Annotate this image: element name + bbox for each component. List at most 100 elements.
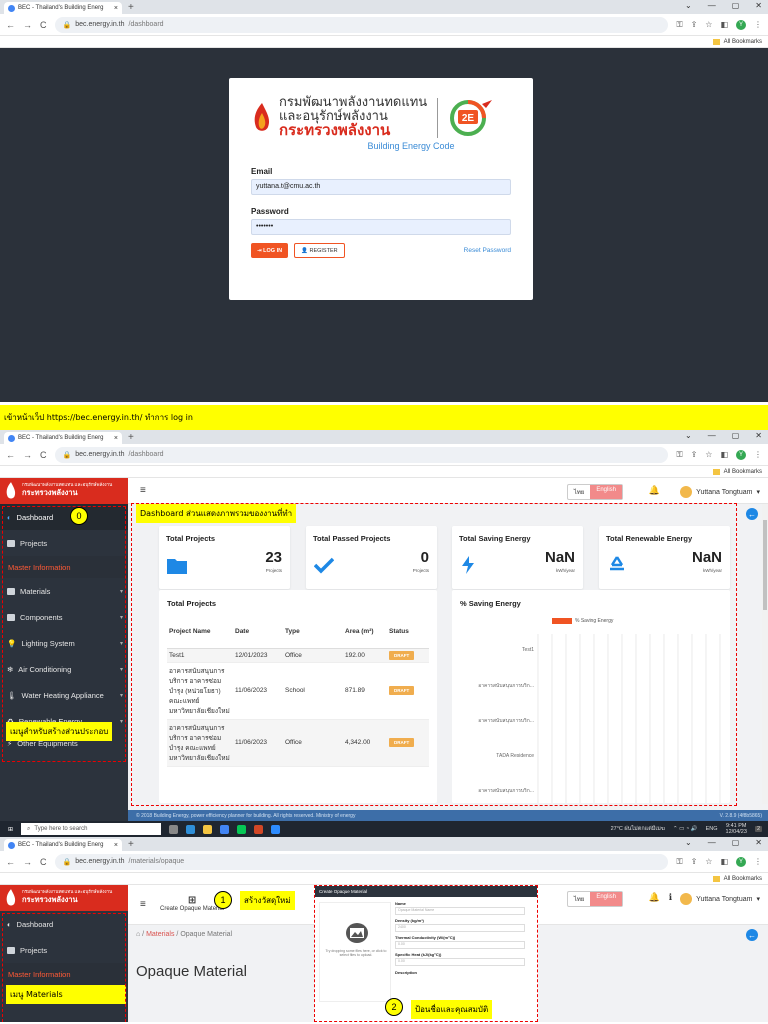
notification-count[interactable]: 2 (754, 826, 762, 832)
input-language[interactable]: ENG (706, 826, 718, 832)
minimize-button[interactable]: — (708, 838, 716, 847)
back-button[interactable]: ← (6, 857, 15, 867)
back-arrow-icon[interactable]: ← (746, 929, 758, 941)
lang-en-button[interactable]: English (590, 485, 622, 499)
back-arrow-icon[interactable]: ← (746, 508, 758, 520)
tab-close-icon[interactable]: × (114, 435, 118, 442)
url-input[interactable]: 🔒 bec.energy.in.th/dashboard (54, 16, 669, 33)
info-icon[interactable]: ℹ (669, 892, 672, 903)
maximize-button[interactable]: ▢ (732, 838, 740, 847)
minimize-button[interactable]: — (708, 1, 716, 10)
powerpoint-icon[interactable] (254, 824, 264, 834)
share-icon[interactable]: ⇪ (691, 857, 698, 866)
register-button[interactable]: 👤 REGISTER (294, 243, 345, 259)
breadcrumb-materials[interactable]: Materials (146, 931, 174, 938)
back-button[interactable]: ← (6, 450, 15, 460)
bell-icon[interactable]: 🔔 (649, 892, 660, 903)
density-input[interactable]: 2400 (395, 924, 525, 932)
password-field[interactable]: ••••••• (251, 219, 511, 236)
specific-heat-input[interactable]: 0.00 (395, 958, 525, 966)
menu-icon[interactable]: ⋮ (754, 450, 762, 459)
page-scrollbar[interactable] (762, 504, 768, 804)
new-tab-button[interactable]: + (128, 432, 134, 443)
edge-icon[interactable] (186, 824, 196, 834)
forward-button[interactable]: → (23, 857, 32, 867)
share-icon[interactable]: ⇪ (691, 450, 698, 459)
menu-icon[interactable]: ⋮ (754, 857, 762, 866)
hamburger-icon[interactable]: ≡ (140, 485, 146, 496)
forward-button[interactable]: → (23, 20, 32, 30)
bell-icon[interactable]: 🔔 (649, 485, 660, 496)
key-icon[interactable]: ⚿ (676, 857, 682, 867)
chrome-icon[interactable] (220, 824, 230, 834)
taskview-icon[interactable] (169, 824, 179, 834)
maximize-button[interactable]: ▢ (732, 1, 740, 10)
new-tab-button[interactable]: + (128, 839, 134, 850)
sidepanel-icon[interactable]: ◧ (720, 450, 728, 459)
explorer-icon[interactable] (203, 824, 213, 834)
url-input[interactable]: 🔒 bec.energy.in.th/dashboard (54, 446, 669, 463)
lang-en-button[interactable]: English (590, 892, 622, 906)
all-bookmarks-link[interactable]: All Bookmarks (724, 39, 762, 45)
key-icon[interactable]: ⚿ (676, 20, 682, 30)
table-row[interactable]: อาคารสนับสนุนการบริการ อาคารซ่อมบำรุง คณ… (167, 719, 429, 767)
star-icon[interactable]: ☆ (705, 857, 712, 866)
browser-tab[interactable]: BEC - Thailand's Building Energ × (4, 2, 122, 14)
tab-close-icon[interactable]: × (114, 5, 118, 12)
profile-avatar[interactable]: Y (736, 856, 746, 867)
login-button[interactable]: ⇥ LOG IN (251, 243, 289, 259)
home-icon[interactable]: ⌂ (136, 931, 140, 938)
all-bookmarks-link[interactable]: All Bookmarks (724, 469, 762, 475)
star-icon[interactable]: ☆ (705, 450, 712, 459)
tab-title: BEC - Thailand's Building Energ (18, 435, 104, 441)
sidepanel-icon[interactable]: ◧ (720, 857, 728, 866)
profile-avatar[interactable]: Y (736, 449, 746, 460)
taskbar-search[interactable]: ⌕ Type here to search (21, 823, 162, 835)
browser-tab[interactable]: BEC - Thailand's Building Energ × (4, 839, 122, 851)
star-icon[interactable]: ☆ (705, 20, 712, 29)
reload-button[interactable]: C (40, 20, 47, 30)
tab-search-icon[interactable]: ⌄ (685, 838, 692, 847)
tab-close-icon[interactable]: × (114, 842, 118, 849)
name-input[interactable]: Opaque Material Name (395, 907, 525, 915)
table-row[interactable]: Test1 12/01/2023 Office 192.00 DRAFT (167, 648, 429, 663)
hamburger-icon[interactable]: ≡ (140, 899, 146, 910)
reload-button[interactable]: C (40, 857, 47, 867)
image-upload-dropzone[interactable]: Try dropping some files here, or click t… (319, 902, 391, 1002)
key-icon[interactable]: ⚿ (676, 450, 682, 460)
maximize-button[interactable]: ▢ (732, 431, 740, 440)
weather-text[interactable]: 27°C ฝนไม่ตกแต่มีเมฆ (611, 825, 665, 833)
tab-search-icon[interactable]: ⌄ (685, 1, 692, 10)
all-bookmarks-link[interactable]: All Bookmarks (724, 876, 762, 882)
user-menu[interactable]: Yuttana Tongtuam ▾ (680, 486, 760, 498)
close-window-button[interactable]: ✕ (755, 838, 762, 847)
user-menu[interactable]: Yuttana Tongtuam ▾ (680, 893, 760, 905)
tab-search-icon[interactable]: ⌄ (685, 431, 692, 440)
lang-th-button[interactable]: ไทย (568, 485, 591, 499)
reload-button[interactable]: C (40, 450, 47, 460)
conductivity-input[interactable]: 0.00 (395, 941, 525, 949)
url-input[interactable]: 🔒 bec.energy.in.th/materials/opaque (54, 853, 669, 870)
forward-button[interactable]: → (23, 450, 32, 460)
close-window-button[interactable]: ✕ (755, 431, 762, 440)
dashboard-page: กรมพัฒนาพลังงานทดแทน และอนุรักษ์พลังงาน … (0, 478, 768, 821)
clock[interactable]: 9:41 PM 12/04/23 (726, 823, 747, 835)
zoom-icon[interactable] (271, 824, 281, 834)
new-tab-button[interactable]: + (128, 2, 134, 13)
table-row[interactable]: อาคารสนับสนุนการบริการ อาคารซ่อมบำรุง (ห… (167, 662, 429, 720)
lang-th-button[interactable]: ไทย (568, 892, 591, 906)
share-icon[interactable]: ⇪ (691, 20, 698, 29)
minimize-button[interactable]: — (708, 431, 716, 440)
close-window-button[interactable]: ✕ (755, 1, 762, 10)
email-field[interactable]: yuttana.t@cmu.ac.th (251, 179, 511, 196)
back-button[interactable]: ← (6, 20, 15, 30)
reset-password-link[interactable]: Reset Password (464, 247, 511, 254)
sidepanel-icon[interactable]: ◧ (720, 20, 728, 29)
tray-icons[interactable]: ⌃ ▭ ◔ 🔊 (673, 826, 698, 832)
profile-avatar[interactable]: Y (736, 19, 746, 30)
menu-icon[interactable]: ⋮ (754, 20, 762, 29)
line-icon[interactable] (237, 824, 247, 834)
scrollbar-thumb[interactable] (763, 520, 767, 610)
browser-tab[interactable]: BEC - Thailand's Building Energ × (4, 432, 122, 444)
windows-start-icon[interactable]: ⊞ (8, 826, 13, 833)
